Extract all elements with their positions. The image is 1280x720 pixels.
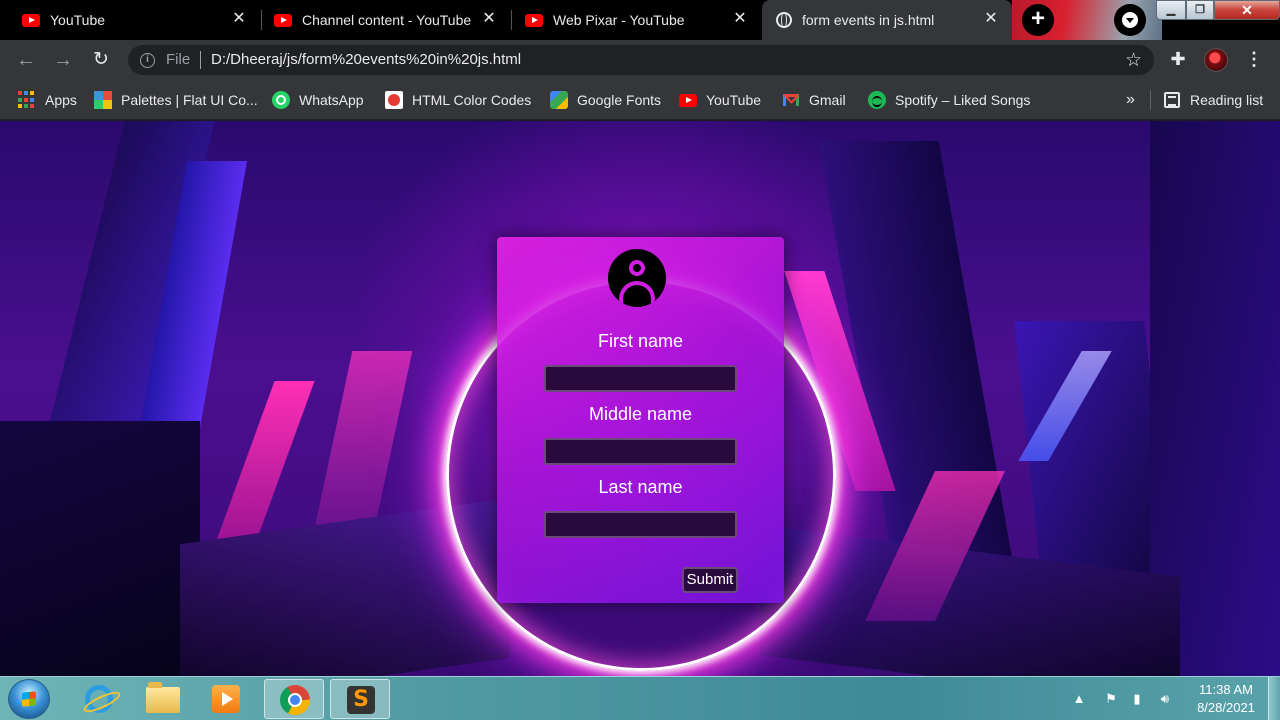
address-separator [200, 51, 201, 69]
gmail-icon [782, 91, 800, 109]
browser-toolbar: ← → ↻ i File D:/Dheeraj/js/form%20events… [0, 40, 1280, 80]
action-center-flag-icon[interactable]: ⚑ [1102, 690, 1120, 708]
bookmark-label: Google Fonts [577, 92, 662, 108]
close-icon[interactable]: ✕ [982, 10, 1000, 28]
bookmark-label: WhatsApp [299, 92, 364, 108]
tab-strip: YouTube ✕ Channel content - YouTube ✕ We… [0, 0, 1280, 40]
back-arrow-icon[interactable]: ← [14, 48, 38, 72]
first-name-label: First name [597, 331, 684, 351]
bookmark-palettes[interactable]: Palettes | Flat UI Co... [94, 88, 258, 112]
middle-name-input[interactable] [544, 438, 737, 465]
kebab-menu-icon[interactable]: ⋮ [1244, 49, 1264, 69]
taskbar-file-explorer[interactable] [132, 679, 192, 719]
background-crystal [0, 421, 200, 676]
bookmark-google-fonts[interactable]: Google Fonts [550, 88, 661, 112]
forward-arrow-icon[interactable]: → [51, 48, 75, 72]
middle-name-label: Middle name [588, 404, 693, 424]
taskbar-media-player[interactable] [196, 679, 256, 719]
internet-explorer-icon [85, 685, 113, 713]
apps-grid-icon [18, 91, 36, 109]
youtube-icon [274, 13, 292, 27]
network-signal-icon[interactable]: ▮ [1128, 690, 1146, 708]
whatsapp-icon [272, 91, 290, 109]
bookmark-label: Palettes | Flat UI Co... [121, 92, 258, 108]
bookmark-html-color-codes[interactable]: HTML Color Codes [385, 88, 531, 112]
tray-overflow-icon[interactable]: ▲ [1070, 690, 1088, 708]
bookmark-label: Apps [45, 92, 77, 108]
new-tab-button[interactable]: + [1022, 4, 1054, 36]
first-name-input[interactable] [544, 365, 737, 392]
bookmark-label: Spotify – Liked Songs [895, 92, 1031, 108]
sublime-text-icon: S [347, 686, 375, 714]
reading-list-label: Reading list [1190, 92, 1264, 108]
chevron-down-icon [1122, 12, 1138, 28]
tab-channel-content[interactable]: Channel content - YouTube ✕ [260, 0, 510, 40]
tab-title: YouTube [50, 12, 106, 28]
volume-icon[interactable]: 🔊︎ [1156, 690, 1174, 708]
address-bar[interactable]: i File D:/Dheeraj/js/form%20events%20in%… [128, 45, 1154, 75]
close-icon[interactable]: ✕ [731, 10, 749, 28]
tab-youtube[interactable]: YouTube ✕ [8, 0, 260, 40]
address-scheme-label: File [166, 51, 191, 68]
window-controls: ▁ ❐ ✕ [1156, 0, 1280, 20]
taskbar-sublime-text[interactable]: S [330, 679, 390, 719]
tab-search-button[interactable] [1114, 4, 1146, 36]
user-avatar-icon [608, 249, 666, 307]
youtube-icon [679, 91, 697, 109]
youtube-icon [22, 13, 40, 27]
bookmark-star-icon[interactable]: ☆ [1125, 49, 1142, 72]
bookmarks-separator [1150, 90, 1151, 110]
globe-icon [776, 12, 792, 28]
last-name-label: Last name [598, 477, 683, 497]
bookmark-label: YouTube [706, 92, 762, 108]
file-explorer-icon [146, 682, 180, 713]
reading-list-icon [1164, 92, 1180, 108]
bookmark-apps[interactable]: Apps [18, 88, 77, 112]
reload-icon[interactable]: ↻ [89, 48, 113, 72]
tab-title: form events in js.html [802, 12, 935, 28]
start-button[interactable] [8, 679, 50, 719]
bookmark-label: HTML Color Codes [412, 92, 532, 108]
show-desktop-button[interactable] [1268, 677, 1280, 720]
windows-taskbar: S ▲ ⚑ ▮ 🔊︎ 11:38 AM 8/28/2021 [0, 676, 1280, 720]
bookmark-label: Gmail [809, 92, 846, 108]
name-form: First name Middle name Last name Submit [497, 237, 784, 603]
spotify-icon [868, 91, 886, 109]
taskbar-chrome[interactable] [264, 679, 324, 719]
bookmark-spotify[interactable]: Spotify – Liked Songs [868, 88, 1030, 112]
maximize-button[interactable]: ❐ [1186, 0, 1214, 20]
submit-button[interactable]: Submit [682, 567, 738, 593]
close-icon[interactable]: ✕ [480, 10, 498, 28]
palette-icon [94, 91, 112, 109]
extensions-puzzle-icon[interactable]: ✚ [1168, 49, 1188, 69]
html-color-codes-icon [385, 91, 403, 109]
bookmarks-bar: Apps Palettes | Flat UI Co... WhatsApp H… [0, 80, 1280, 120]
close-icon[interactable]: ✕ [230, 10, 248, 28]
clock-time: 11:38 AM [1199, 682, 1253, 697]
tab-title: Channel content - YouTube [302, 12, 472, 28]
clock-date: 8/28/2021 [1197, 700, 1255, 715]
page-content: First name Middle name Last name Submit [0, 121, 1280, 676]
window-close-button[interactable]: ✕ [1214, 0, 1280, 20]
media-player-icon [212, 685, 240, 713]
taskbar-internet-explorer[interactable] [68, 679, 128, 719]
tab-web-pixar[interactable]: Web Pixar - YouTube ✕ [511, 0, 761, 40]
bookmark-whatsapp[interactable]: WhatsApp [272, 88, 364, 112]
minimize-button[interactable]: ▁ [1156, 0, 1186, 20]
info-icon[interactable]: i [140, 53, 155, 68]
bookmarks-overflow-button[interactable]: » [1126, 88, 1135, 112]
address-url[interactable]: D:/Dheeraj/js/form%20events%20in%20js.ht… [211, 51, 521, 68]
tab-form-events[interactable]: form events in js.html ✕ [762, 0, 1012, 40]
google-fonts-icon [550, 91, 568, 109]
reading-list-button[interactable]: Reading list [1164, 88, 1263, 112]
youtube-icon [525, 13, 543, 27]
taskbar-clock[interactable]: 11:38 AM 8/28/2021 [1184, 681, 1268, 717]
tab-title: Web Pixar - YouTube [553, 12, 685, 28]
chrome-icon [280, 685, 310, 715]
bookmark-gmail[interactable]: Gmail [782, 88, 846, 112]
profile-avatar[interactable] [1204, 48, 1228, 72]
bookmark-youtube[interactable]: YouTube [679, 88, 761, 112]
last-name-input[interactable] [544, 511, 737, 538]
